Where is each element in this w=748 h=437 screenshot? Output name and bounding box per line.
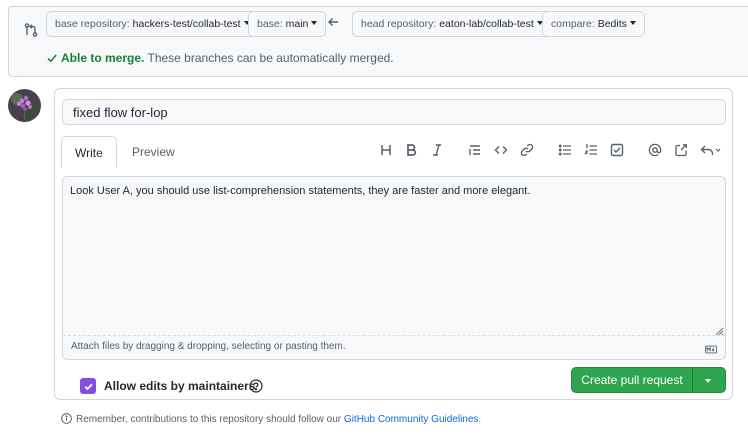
merge-message: These branches can be automatically merg… — [147, 51, 394, 65]
question-icon[interactable] — [249, 379, 263, 393]
task-list-icon[interactable] — [609, 142, 625, 158]
head-repository-select[interactable]: head repository: eaton-lab/collab-test — [352, 11, 552, 37]
contribution-reminder: Remember, contributions to this reposito… — [61, 413, 481, 425]
chevron-down-icon — [311, 21, 318, 26]
merge-status: Able to merge. These branches can be aut… — [46, 50, 394, 66]
attach-files-bar[interactable]: Attach files by dragging & dropping, sel… — [63, 335, 725, 359]
reply-icon[interactable] — [699, 142, 723, 158]
base-branch-key: base: — [257, 18, 283, 30]
title-input[interactable] — [62, 99, 726, 125]
allow-edits-label: Allow edits by maintainers — [104, 379, 256, 393]
resize-handle-icon[interactable] — [715, 325, 724, 336]
chevron-down-icon — [629, 21, 636, 26]
cross-reference-icon[interactable] — [673, 142, 689, 158]
merge-ok-text: Able to merge. — [61, 51, 145, 65]
quote-icon[interactable] — [467, 142, 483, 158]
arrow-left-icon — [326, 15, 340, 29]
pull-request-form: Write Preview Look User A, you should us… — [54, 88, 733, 400]
reminder-text: Remember, contributions to this reposito… — [76, 414, 342, 425]
community-guidelines-link[interactable]: GitHub Community Guidelines — [344, 414, 479, 425]
comment-editor[interactable]: Look User A, you should use list-compreh… — [62, 176, 726, 360]
tab-write[interactable]: Write — [61, 136, 117, 168]
avatar[interactable] — [8, 89, 41, 122]
code-icon[interactable] — [493, 142, 509, 158]
allow-edits-checkbox[interactable] — [80, 378, 96, 394]
compare-branch-key: compare: — [551, 18, 595, 30]
bulleted-list-icon[interactable] — [557, 142, 573, 158]
info-icon — [61, 413, 72, 424]
base-repository-select[interactable]: base repository: hackers-test/collab-tes… — [46, 11, 259, 37]
create-pull-request-button[interactable]: Create pull request — [571, 367, 693, 393]
compare-branch-select[interactable]: compare: Bedits — [542, 11, 645, 37]
base-repository-value: hackers-test/collab-test — [132, 18, 241, 30]
compare-branch-value: Bedits — [597, 18, 627, 30]
tab-preview[interactable]: Preview — [119, 136, 188, 168]
link-icon[interactable] — [519, 142, 535, 158]
head-repository-key: head repository: — [361, 18, 437, 30]
comment-body[interactable]: Look User A, you should use list-compreh… — [70, 185, 530, 197]
base-branch-select[interactable]: base: main — [248, 11, 327, 37]
mention-icon[interactable] — [647, 142, 663, 158]
base-repository-key: base repository: — [55, 18, 130, 30]
heading-icon[interactable] — [378, 142, 394, 158]
italic-icon[interactable] — [429, 142, 445, 158]
compare-icon — [23, 22, 39, 38]
check-icon — [46, 52, 58, 64]
create-options-dropdown[interactable] — [692, 367, 726, 393]
numbered-list-icon[interactable] — [583, 142, 599, 158]
markdown-icon[interactable] — [705, 343, 717, 354]
chevron-down-icon — [705, 379, 711, 383]
base-branch-value: main — [285, 18, 309, 30]
attach-files-hint: Attach files by dragging & dropping, sel… — [71, 341, 346, 352]
reminder-period: . — [478, 414, 482, 425]
head-repository-value: eaton-lab/collab-test — [439, 18, 534, 30]
bold-icon[interactable] — [403, 142, 419, 158]
